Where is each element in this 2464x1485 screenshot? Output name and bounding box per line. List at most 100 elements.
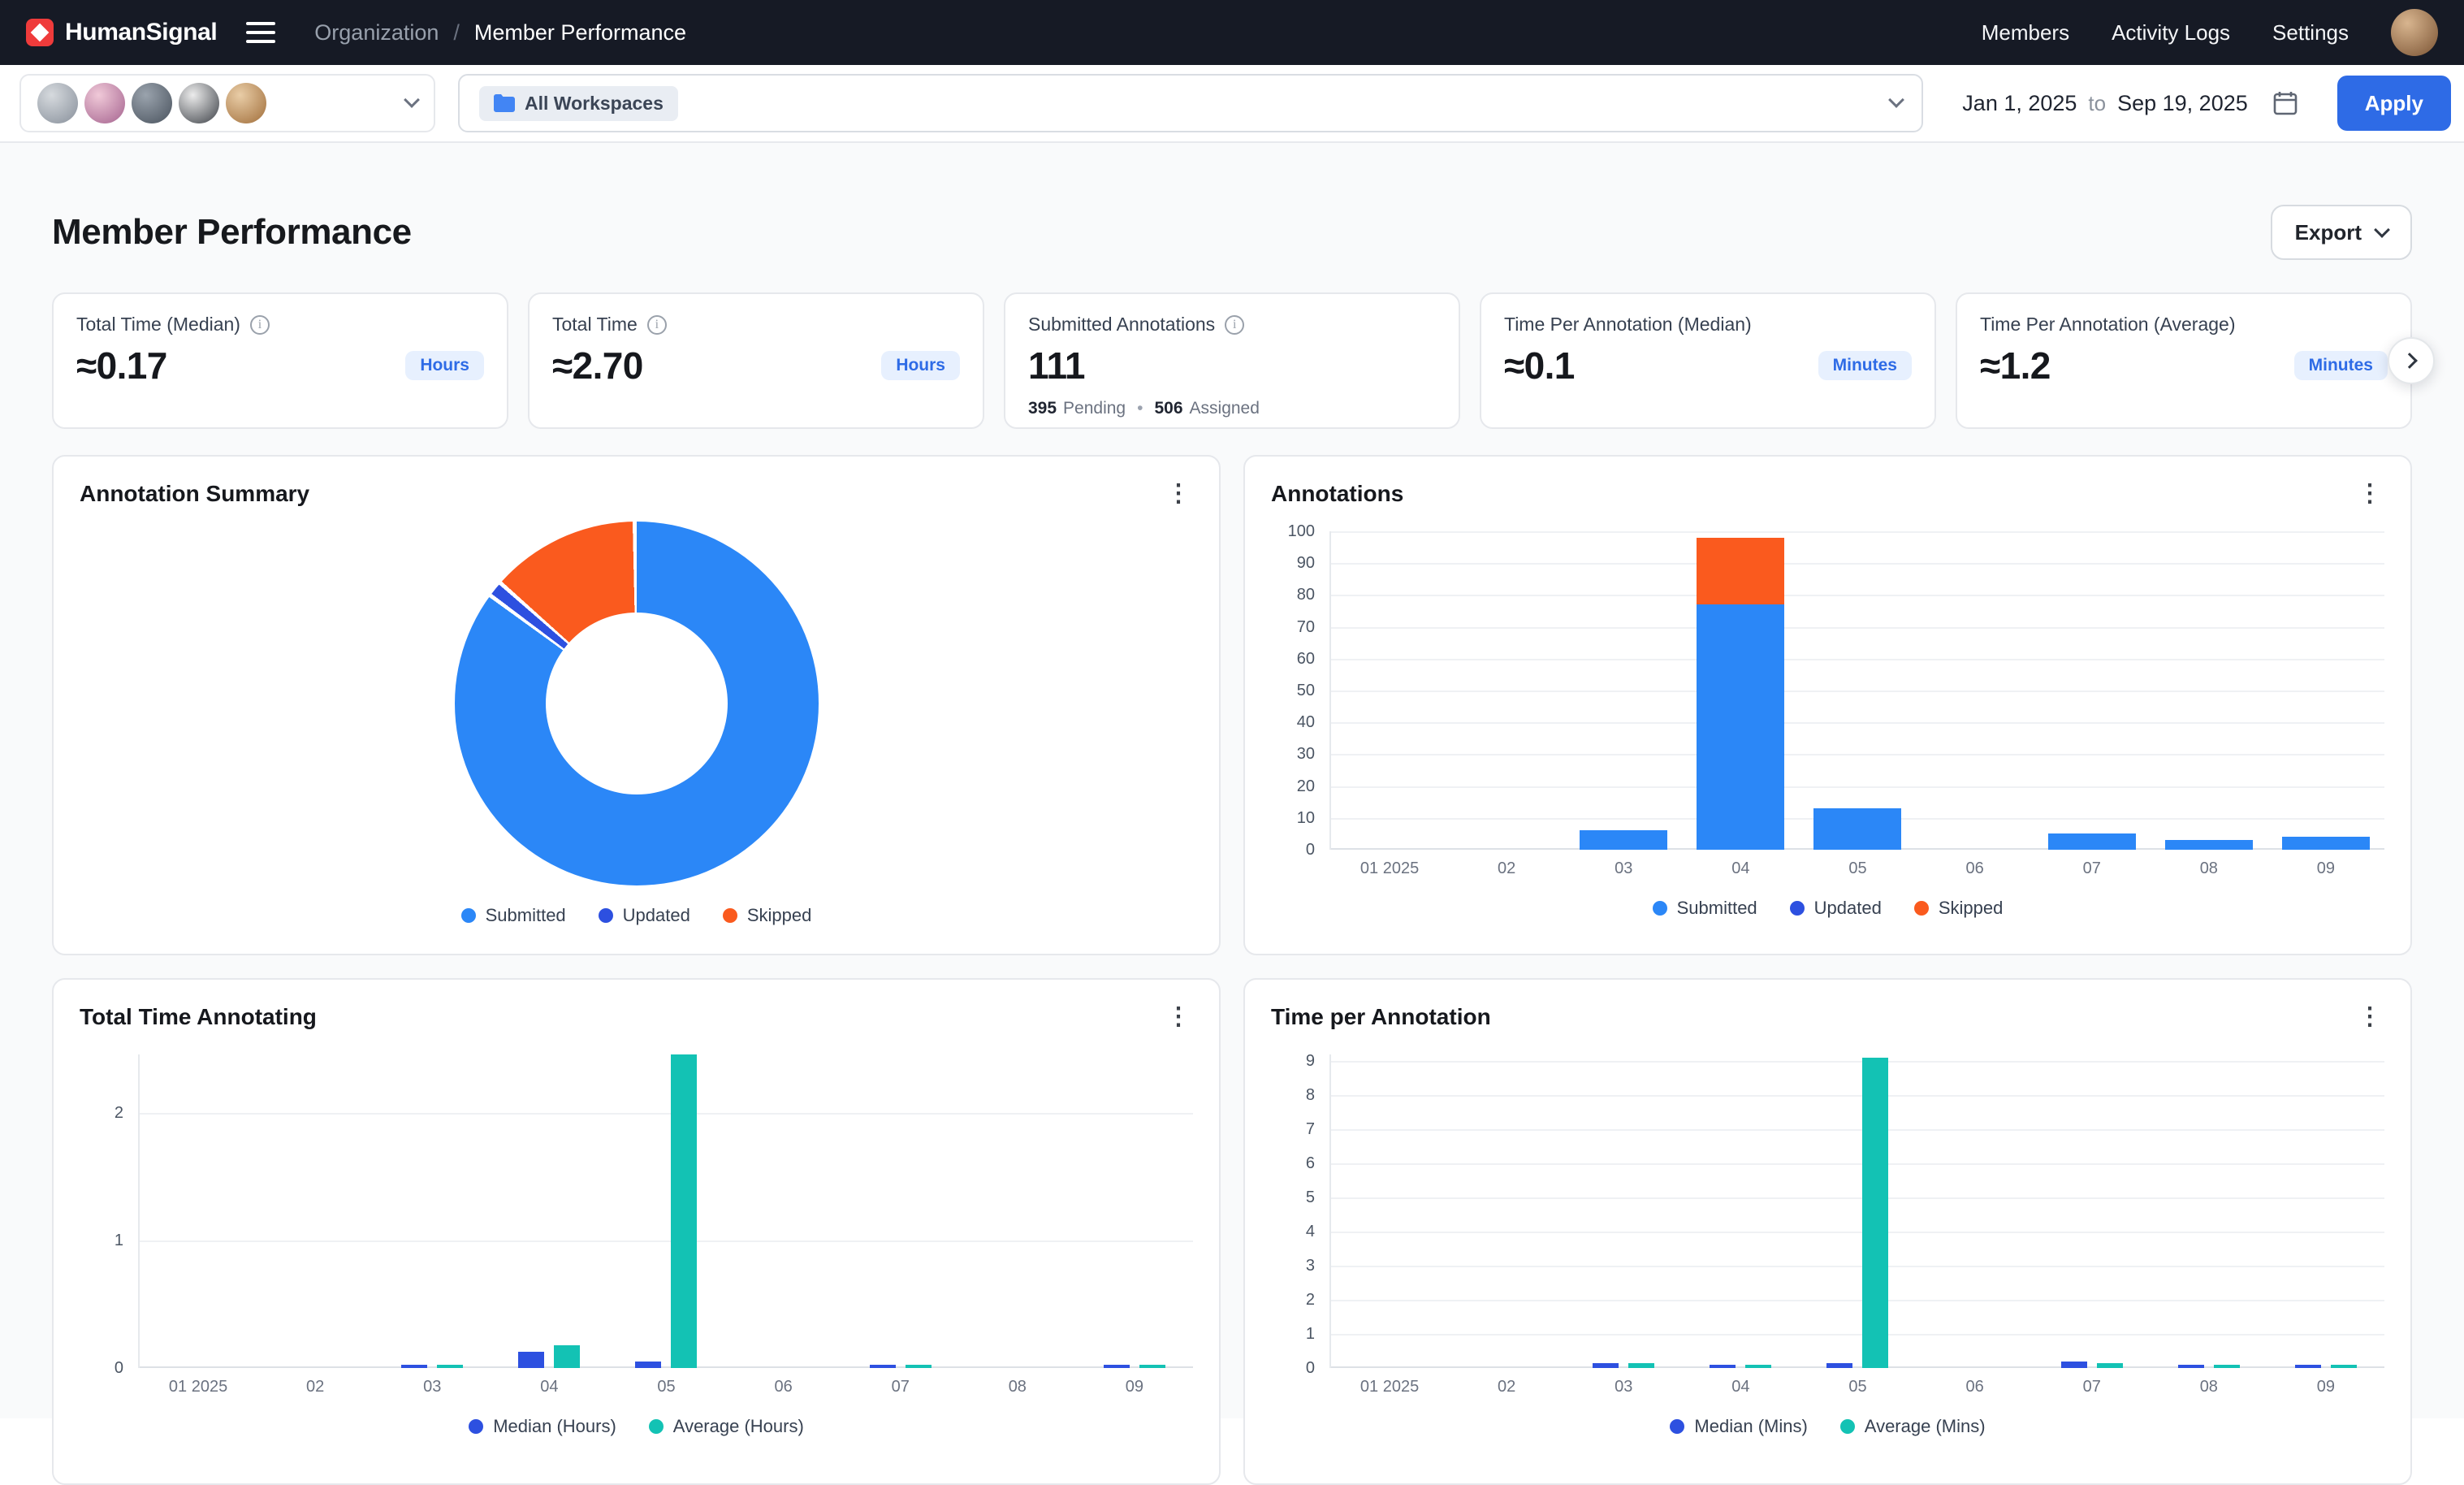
workspace-filter-select[interactable]: All Workspaces bbox=[458, 74, 1923, 132]
kebab-menu-icon[interactable] bbox=[2355, 479, 2384, 509]
x-axis-label: 04 bbox=[1682, 859, 1799, 878]
bar-group bbox=[1799, 1054, 1916, 1368]
info-icon[interactable] bbox=[250, 315, 270, 335]
kebab-menu-icon[interactable] bbox=[2355, 1002, 2384, 1032]
brand-name: HumanSignal bbox=[65, 19, 217, 46]
bar-segment bbox=[2165, 840, 2253, 850]
bar-segment bbox=[1697, 604, 1784, 850]
dot-separator: • bbox=[1137, 399, 1143, 418]
bar-segment bbox=[2282, 837, 2370, 850]
bar-group bbox=[1331, 1054, 1448, 1368]
total-time-bar-chart: 01201 20250203040506070809 bbox=[80, 1054, 1193, 1396]
workspace-chip[interactable]: All Workspaces bbox=[479, 86, 678, 121]
nav-settings-link[interactable]: Settings bbox=[2272, 20, 2349, 45]
legend-item: Median (Hours) bbox=[469, 1416, 616, 1437]
member-avatar-4 bbox=[179, 83, 219, 123]
legend-item: Submitted bbox=[1653, 898, 1757, 919]
hamburger-menu-icon[interactable] bbox=[246, 15, 275, 50]
bar-group bbox=[1799, 531, 1916, 850]
bar-group bbox=[959, 1054, 1076, 1368]
bar-group bbox=[2267, 1054, 2384, 1368]
annotation-summary-card: Annotation Summary SubmittedUpdatedSkipp… bbox=[52, 455, 1221, 955]
unit-badge: Minutes bbox=[1818, 351, 1912, 380]
stat-card-submitted-annotations: Submitted Annotations 111 395 Pending • … bbox=[1004, 292, 1460, 429]
breadcrumb: Organization / Member Performance bbox=[314, 20, 686, 45]
x-axis-label: 06 bbox=[725, 1378, 842, 1396]
legend-dot bbox=[599, 908, 613, 923]
x-axis: 01 20250203040506070809 bbox=[140, 1378, 1193, 1396]
export-button[interactable]: Export bbox=[2271, 205, 2412, 260]
date-end[interactable]: Sep 19, 2025 bbox=[2117, 91, 2248, 116]
bar-slots bbox=[1331, 1054, 2384, 1368]
member-avatar-5 bbox=[226, 83, 266, 123]
x-axis-label: 08 bbox=[959, 1378, 1076, 1396]
x-axis-label: 08 bbox=[2151, 859, 2267, 878]
stat-value: ≈1.2 bbox=[1980, 344, 2051, 387]
y-axis-label: 3 bbox=[1306, 1256, 1315, 1275]
bar-segment bbox=[1813, 808, 1901, 850]
bar bbox=[1593, 1363, 1619, 1368]
legend-label: Skipped bbox=[747, 905, 812, 926]
member-avatar-1 bbox=[37, 83, 78, 123]
bar-group bbox=[2034, 1054, 2151, 1368]
bar-group bbox=[140, 1054, 257, 1368]
x-axis-label: 09 bbox=[2267, 859, 2384, 878]
chevron-right-icon bbox=[2401, 353, 2418, 369]
unit-badge: Hours bbox=[881, 351, 960, 380]
bar-group bbox=[491, 1054, 607, 1368]
breadcrumb-organization[interactable]: Organization bbox=[314, 20, 439, 45]
unit-badge: Hours bbox=[405, 351, 484, 380]
nav-members-link[interactable]: Members bbox=[1982, 20, 2069, 45]
stat-cards-row: Total Time (Median) ≈0.17 Hours Total Ti… bbox=[52, 292, 2412, 429]
user-avatar[interactable] bbox=[2391, 9, 2438, 56]
info-icon[interactable] bbox=[647, 315, 667, 335]
bar-group bbox=[1682, 1054, 1799, 1368]
x-axis-label: 09 bbox=[2267, 1378, 2384, 1396]
x-axis-label: 04 bbox=[491, 1378, 607, 1396]
nav-activity-logs-link[interactable]: Activity Logs bbox=[2112, 20, 2230, 45]
folder-icon bbox=[494, 94, 515, 112]
legend-item: Submitted bbox=[461, 905, 566, 926]
x-axis-label: 03 bbox=[374, 1378, 491, 1396]
x-axis-label: 02 bbox=[1448, 1378, 1565, 1396]
legend-label: Average (Mins) bbox=[1865, 1416, 1986, 1437]
stat-card-total-time: Total Time ≈2.70 Hours bbox=[528, 292, 984, 429]
y-axis-label: 0 bbox=[1306, 1358, 1315, 1378]
member-avatar-3 bbox=[132, 83, 172, 123]
time-per-annotation-legend: Median (Mins) Average (Mins) bbox=[1271, 1416, 2384, 1437]
info-icon[interactable] bbox=[1225, 315, 1244, 335]
annotations-legend: SubmittedUpdatedSkipped bbox=[1271, 898, 2384, 919]
legend-item: Updated bbox=[599, 905, 690, 926]
y-axis-label: 6 bbox=[1306, 1154, 1315, 1173]
chevron-down-icon bbox=[1888, 92, 1904, 108]
apply-button[interactable]: Apply bbox=[2337, 76, 2451, 131]
export-label: Export bbox=[2295, 220, 2362, 245]
legend-item: Median (Mins) bbox=[1670, 1416, 1807, 1437]
legend-dot bbox=[1670, 1419, 1684, 1434]
bar-group bbox=[1331, 531, 1448, 850]
date-range-picker[interactable]: Jan 1, 2025 to Sep 19, 2025 bbox=[1946, 90, 2314, 116]
charts-grid: Annotation Summary SubmittedUpdatedSkipp… bbox=[52, 455, 2412, 1485]
bar-segment bbox=[1580, 830, 1667, 850]
stat-value: ≈0.1 bbox=[1504, 344, 1575, 387]
date-start[interactable]: Jan 1, 2025 bbox=[1962, 91, 2077, 116]
calendar-icon[interactable] bbox=[2272, 90, 2298, 116]
breadcrumb-separator: / bbox=[453, 20, 460, 45]
carousel-next-button[interactable] bbox=[2388, 337, 2435, 384]
legend-item: Skipped bbox=[1914, 898, 2004, 919]
members-filter-select[interactable] bbox=[19, 74, 435, 132]
kebab-menu-icon[interactable] bbox=[1164, 1002, 1193, 1032]
kebab-menu-icon[interactable] bbox=[1164, 479, 1193, 509]
legend-label: Skipped bbox=[1939, 898, 2004, 919]
y-axis-label: 7 bbox=[1306, 1119, 1315, 1139]
brand-logo[interactable]: HumanSignal bbox=[26, 19, 217, 46]
y-axis-label: 8 bbox=[1306, 1085, 1315, 1105]
bar-group bbox=[2034, 531, 2151, 850]
y-axis-label: 1 bbox=[115, 1231, 123, 1250]
bar bbox=[2214, 1365, 2240, 1368]
bar bbox=[518, 1352, 544, 1368]
bar bbox=[870, 1365, 896, 1368]
y-axis-label: 2 bbox=[115, 1103, 123, 1123]
y-axis: 012 bbox=[80, 1054, 138, 1368]
y-axis-label: 4 bbox=[1306, 1222, 1315, 1241]
